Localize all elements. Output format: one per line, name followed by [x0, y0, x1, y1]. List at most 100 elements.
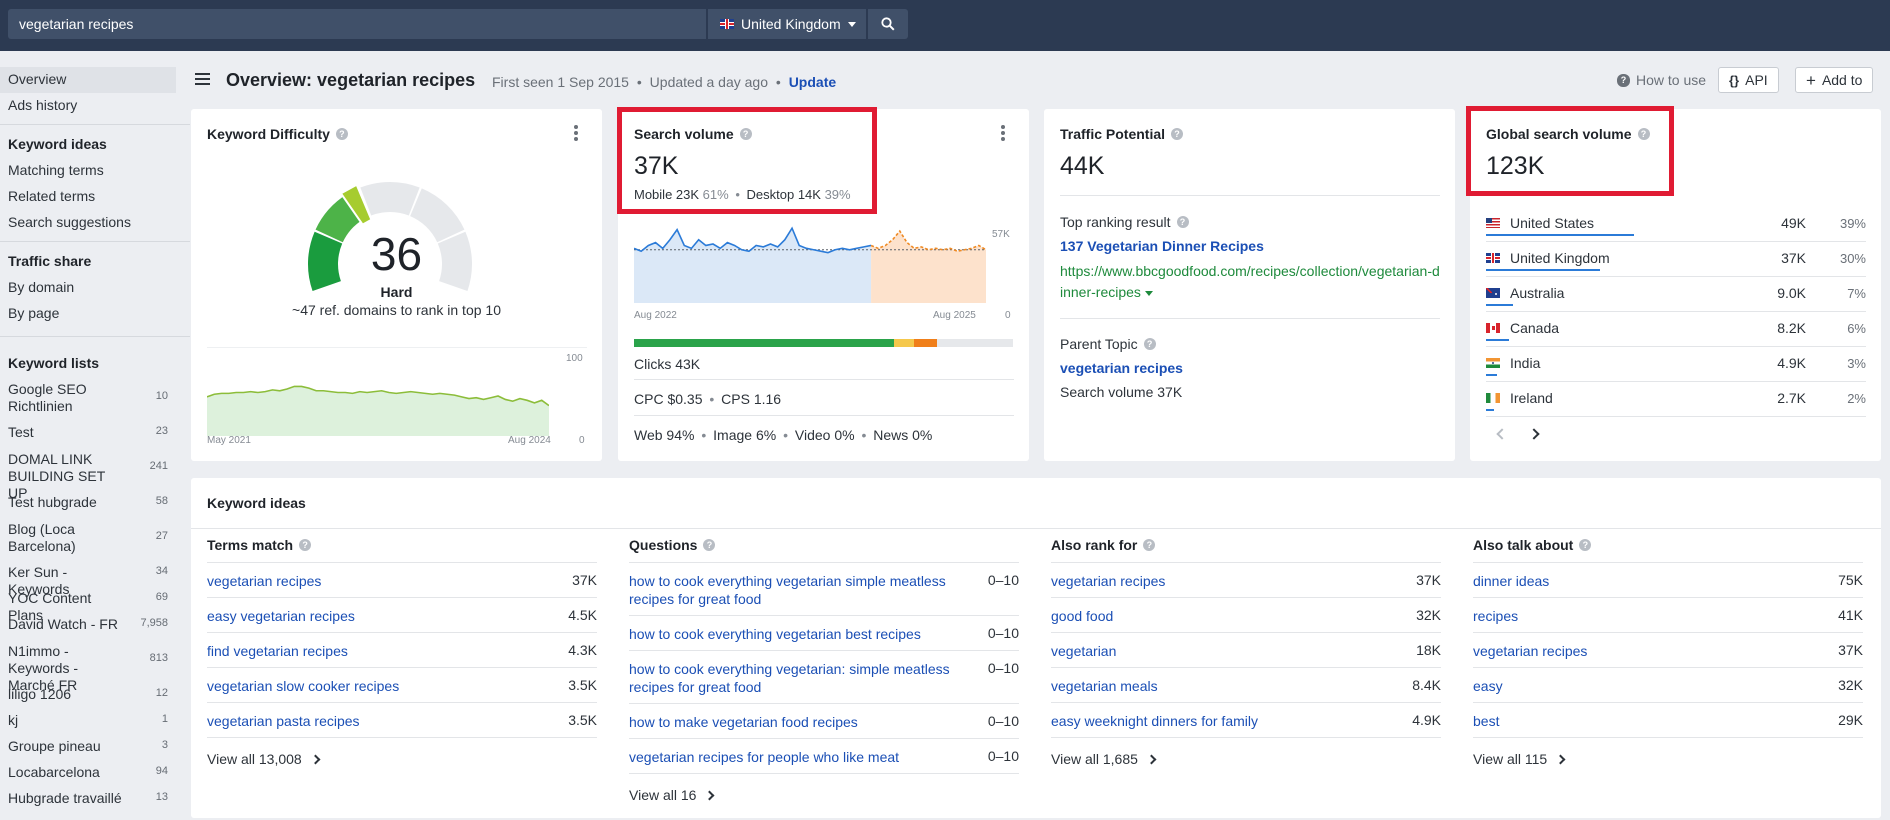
sidebar-item-by-page[interactable]: By page	[8, 305, 59, 322]
sidebar-item-matching-terms[interactable]: Matching terms	[8, 162, 104, 179]
keyword-list-name: Test	[8, 424, 34, 440]
menu-icon[interactable]	[195, 73, 210, 85]
sidebar-item-by-domain[interactable]: By domain	[8, 279, 74, 296]
country-row[interactable]: United Kingdom 37K 30%	[1486, 242, 1866, 277]
view-all-link[interactable]: View all 115	[1473, 751, 1566, 767]
row-divider	[207, 632, 597, 633]
tp-title-text: Traffic Potential	[1060, 126, 1166, 142]
country-row[interactable]: Ireland 2.7K 2%	[1486, 382, 1866, 417]
keyword-list-count: 13	[155, 791, 168, 803]
card-divider	[1060, 195, 1440, 196]
country-row[interactable]: United States 49K 39%	[1486, 207, 1866, 242]
sidebar-divider	[0, 241, 190, 242]
view-all-link[interactable]: View all 13,008	[207, 751, 321, 767]
keyword-list-count: 94	[155, 765, 168, 777]
add-to-button[interactable]: + Add to	[1795, 67, 1874, 93]
keyword-idea-link[interactable]: best	[1473, 712, 1803, 730]
top-result-url-link[interactable]: https://www.bbcgoodfood.com/recipes/coll…	[1060, 261, 1440, 303]
keyword-list-name: Google SEO Richtlinien	[8, 381, 87, 414]
help-icon[interactable]: ?	[1143, 338, 1156, 350]
keyword-idea-link[interactable]: dinner ideas	[1473, 572, 1803, 590]
keyword-idea-link[interactable]: how to cook everything vegetarian: simpl…	[629, 660, 959, 696]
keyword-ideas-column-title: Also talk about?	[1473, 537, 1592, 553]
view-all-link[interactable]: View all 16	[629, 787, 715, 803]
traffic-potential-card: Traffic Potential ? 44K Top ranking resu…	[1044, 109, 1455, 461]
keyword-idea-link[interactable]: easy	[1473, 677, 1803, 695]
country-share: 3%	[1847, 356, 1866, 371]
keyword-idea-link[interactable]: good food	[1051, 607, 1381, 625]
keyword-idea-link[interactable]: easy weeknight dinners for family	[1051, 712, 1381, 730]
sidebar-item-ads-history[interactable]: Ads history	[8, 97, 77, 114]
how-to-use-link[interactable]: ? How to use	[1617, 72, 1706, 88]
parent-topic-link[interactable]: vegetarian recipes	[1060, 360, 1183, 376]
keyword-idea-link[interactable]: easy vegetarian recipes	[207, 607, 537, 625]
serp-news: News 0%	[873, 427, 933, 443]
keyword-idea-link[interactable]: vegetarian recipes	[1473, 642, 1803, 660]
help-icon[interactable]: ?	[703, 539, 716, 551]
flag-in-icon	[1486, 358, 1500, 368]
keyword-idea-volume: 32K	[1416, 607, 1441, 623]
keyword-idea-link[interactable]: how to cook everything vegetarian simple…	[629, 572, 959, 608]
keyword-idea-volume: 8.4K	[1412, 677, 1441, 693]
chevron-right-icon[interactable]	[1528, 428, 1540, 440]
country-share-bar	[1486, 269, 1600, 271]
more-options-icon[interactable]	[574, 125, 578, 141]
help-icon[interactable]: ?	[335, 128, 348, 140]
keyword-search-input[interactable]	[8, 9, 706, 39]
parent-topic-sv: Search volume 37K	[1060, 384, 1183, 400]
keyword-ideas-column-title: Questions?	[629, 537, 716, 553]
add-to-button-label: Add to	[1821, 72, 1863, 88]
country-row[interactable]: India 4.9K 3%	[1486, 347, 1866, 382]
keyword-idea-link[interactable]: vegetarian pasta recipes	[207, 712, 537, 730]
keyword-list-count: 58	[155, 495, 168, 507]
keyword-idea-link[interactable]: vegetarian slow cooker recipes	[207, 677, 537, 695]
sidebar-item-related-terms[interactable]: Related terms	[8, 188, 95, 205]
keyword-idea-link[interactable]: recipes	[1473, 607, 1803, 625]
sidebar-item-overview[interactable]: Overview	[8, 71, 66, 88]
keyword-idea-link[interactable]: vegetarian recipes	[207, 572, 537, 590]
keyword-idea-link[interactable]: vegetarian meals	[1051, 677, 1381, 695]
row-divider	[1051, 597, 1441, 598]
sv-chart-ymin: 0	[1005, 310, 1011, 321]
keyword-idea-link[interactable]: find vegetarian recipes	[207, 642, 537, 660]
help-icon[interactable]: ?	[1143, 539, 1156, 551]
sv-chart-ymax: 57K	[992, 229, 1010, 240]
help-icon[interactable]: ?	[1176, 216, 1189, 228]
help-icon[interactable]: ?	[1579, 539, 1592, 551]
view-all-link[interactable]: View all 1,685	[1051, 751, 1157, 767]
row-divider	[629, 562, 1019, 563]
keyword-idea-link[interactable]: vegetarian	[1051, 642, 1381, 660]
row-divider	[1473, 702, 1863, 703]
sidebar-divider	[0, 124, 190, 125]
keyword-idea-link[interactable]: vegetarian recipes for people who like m…	[629, 748, 959, 766]
keyword-idea-link[interactable]: vegetarian recipes	[1051, 572, 1381, 590]
help-icon[interactable]: ?	[1171, 128, 1184, 140]
search-icon	[881, 17, 895, 31]
help-icon[interactable]: ?	[299, 539, 312, 551]
keyword-idea-volume: 3.5K	[568, 677, 597, 693]
country-select[interactable]: United Kingdom	[708, 9, 866, 39]
more-options-icon[interactable]	[1001, 125, 1005, 141]
sidebar-divider	[0, 336, 190, 337]
caret-down-icon[interactable]	[1144, 290, 1153, 296]
sidebar-item-search-suggestions[interactable]: Search suggestions	[8, 214, 131, 231]
top-result-title-link[interactable]: 137 Vegetarian Dinner Recipes	[1060, 238, 1264, 254]
country-row[interactable]: Australia 9.0K 7%	[1486, 277, 1866, 312]
kd-title-text: Keyword Difficulty	[207, 126, 330, 142]
search-button[interactable]	[868, 9, 908, 39]
keyword-idea-link[interactable]: how to cook everything vegetarian best r…	[629, 625, 959, 643]
keyword-idea-link[interactable]: how to make vegetarian food recipes	[629, 713, 959, 731]
update-link[interactable]: Update	[789, 74, 836, 90]
api-button[interactable]: {} API	[1718, 67, 1779, 93]
keyword-list-count: 23	[155, 425, 168, 437]
chevron-left-icon[interactable]	[1496, 428, 1508, 440]
country-row[interactable]: Canada 8.2K 6%	[1486, 312, 1866, 347]
country-share-bar	[1486, 374, 1497, 376]
row-divider	[207, 597, 597, 598]
keyword-list-name: liligo 1206	[8, 686, 72, 702]
row-divider	[1486, 416, 1866, 417]
kd-history-area	[207, 386, 549, 436]
tp-card-title: Traffic Potential ?	[1060, 126, 1184, 142]
kd-chart-end: Aug 2024	[508, 435, 551, 446]
page-header: Overview: vegetarian recipes First seen …	[190, 60, 1880, 104]
